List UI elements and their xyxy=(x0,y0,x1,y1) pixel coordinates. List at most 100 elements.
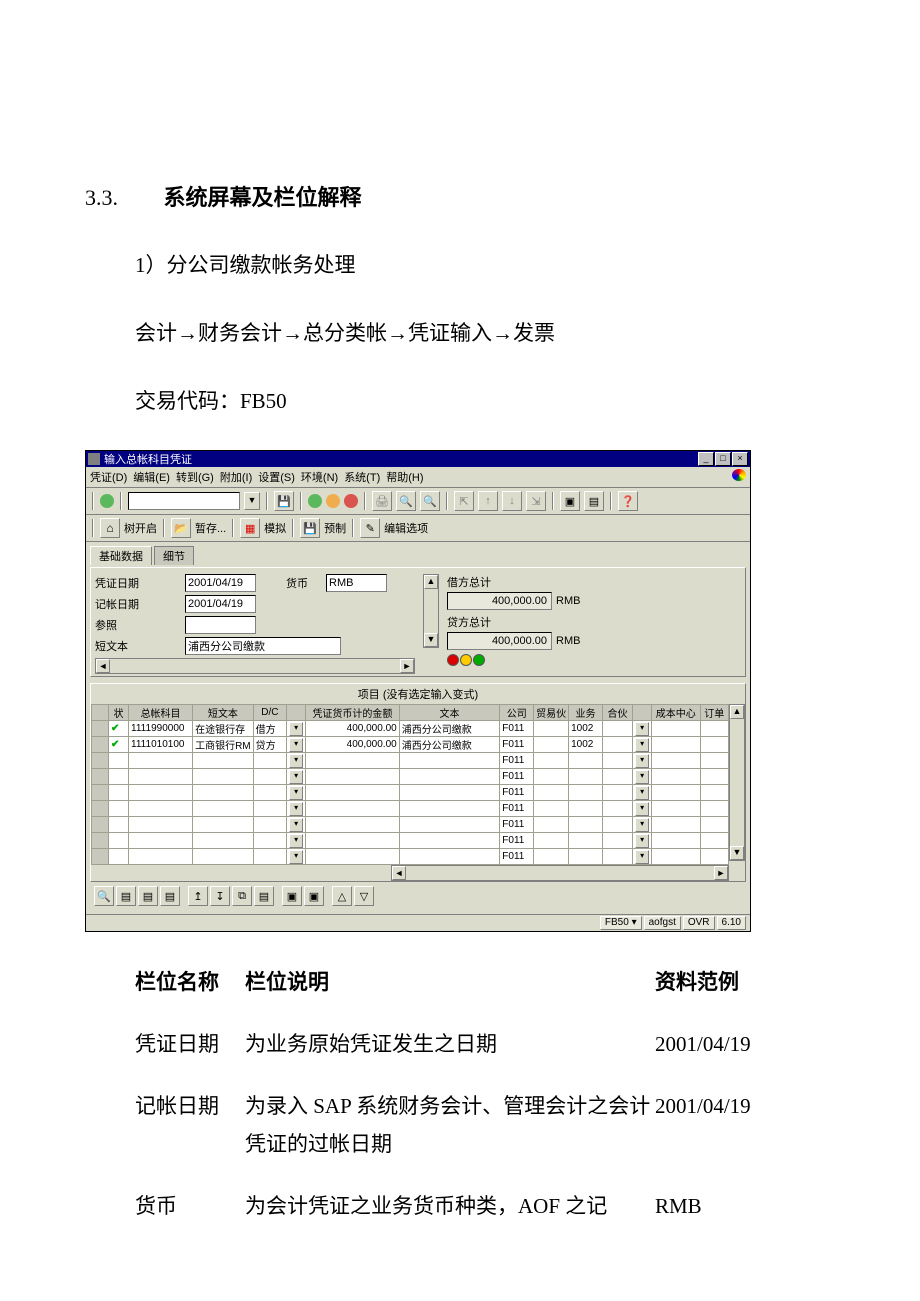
tree-open-button[interactable]: 树开启 xyxy=(124,520,157,536)
folder-icon[interactable] xyxy=(171,518,191,538)
col-glaccount[interactable]: 总帐科目 xyxy=(129,705,193,721)
grid-cell[interactable]: 1111010100 xyxy=(129,737,193,753)
grid-cell[interactable] xyxy=(399,769,500,785)
grid-cell[interactable] xyxy=(193,817,254,833)
save-button[interactable]: 💾 xyxy=(274,491,294,511)
col-dc-btn[interactable] xyxy=(287,705,306,721)
grid-cell[interactable]: 浦西分公司缴款 xyxy=(399,737,500,753)
grid-cell[interactable]: F011 xyxy=(500,769,534,785)
menu-help[interactable]: 帮助(H) xyxy=(386,469,423,485)
grid-cell[interactable] xyxy=(129,801,193,817)
grid-cell[interactable] xyxy=(108,769,128,785)
simulate-icon[interactable] xyxy=(240,518,260,538)
grid-cell[interactable] xyxy=(92,785,109,801)
col-shorttext[interactable]: 短文本 xyxy=(193,705,254,721)
scroll-up-icon[interactable]: ▲ xyxy=(424,575,438,589)
items-grid[interactable]: 状 总帐科目 短文本 D/C 凭证货币计的金额 文本 公司 贸易伙 业务 xyxy=(91,704,729,865)
grid-cell[interactable] xyxy=(534,769,569,785)
find-button[interactable]: 🔍 xyxy=(396,491,416,511)
col-partner[interactable]: 合伙 xyxy=(602,705,632,721)
grid-cell[interactable]: 1002 xyxy=(569,721,603,737)
grid-scroll-down-icon[interactable]: ▼ xyxy=(730,846,744,860)
grid-cell[interactable]: ▾ xyxy=(633,817,652,833)
edit-options-button[interactable]: 编辑选项 xyxy=(384,520,428,536)
new-session-button[interactable]: ▣ xyxy=(560,491,580,511)
header-vscroll[interactable]: ▲ ▼ xyxy=(423,574,439,648)
grid-cell[interactable] xyxy=(602,721,632,737)
table-row[interactable]: ✔1111990000在途银行存借方▾400,000.00浦西分公司缴款F011… xyxy=(92,721,729,737)
save-preset-icon[interactable] xyxy=(300,518,320,538)
currency-input[interactable] xyxy=(326,574,387,592)
grid-cell[interactable]: F011 xyxy=(500,737,534,753)
grid-cell[interactable] xyxy=(652,769,700,785)
header-hscroll[interactable]: ◄ ► xyxy=(95,658,415,674)
grid-vscroll[interactable]: ▲ ▼ xyxy=(729,704,745,861)
grid-copy-icon[interactable]: ⧉ xyxy=(232,886,252,906)
grid-cell[interactable] xyxy=(108,849,128,865)
grid-cell[interactable] xyxy=(108,833,128,849)
menu-document[interactable]: 凭证(D) xyxy=(90,469,127,485)
grid-cell[interactable] xyxy=(652,849,700,865)
reference-input[interactable] xyxy=(185,616,256,634)
grid-cell[interactable] xyxy=(92,737,109,753)
grid-delete-row-icon[interactable]: ↧ xyxy=(210,886,230,906)
grid-cell[interactable]: 贷方 xyxy=(253,737,287,753)
grid-search-icon[interactable]: 🔍 xyxy=(94,886,114,906)
grid-cell[interactable]: F011 xyxy=(500,753,534,769)
grid-cell[interactable] xyxy=(700,849,729,865)
grid-cell[interactable] xyxy=(652,737,700,753)
grid-cell[interactable]: 1002 xyxy=(569,737,603,753)
col-businessarea[interactable]: 业务 xyxy=(569,705,603,721)
simulate-button[interactable]: 模拟 xyxy=(264,520,286,536)
grid-cell[interactable] xyxy=(92,753,109,769)
grid-cell[interactable]: ▾ xyxy=(633,801,652,817)
grid-cell[interactable]: 在途银行存 xyxy=(193,721,254,737)
table-row[interactable]: ▾ F011 ▾ xyxy=(92,817,729,833)
col-text[interactable]: 文本 xyxy=(399,705,500,721)
grid-cell[interactable] xyxy=(253,753,287,769)
table-row[interactable]: ▾F011▾ xyxy=(92,801,729,817)
grid-cell[interactable]: ▾ xyxy=(287,785,306,801)
minimize-button[interactable]: _ xyxy=(698,452,714,466)
grid-cell[interactable]: ▾ xyxy=(287,801,306,817)
grid-cell[interactable]: ▾ xyxy=(287,817,306,833)
col-tradepartner[interactable]: 贸易伙 xyxy=(534,705,569,721)
grid-cell[interactable] xyxy=(92,849,109,865)
grid-cell[interactable] xyxy=(652,721,700,737)
grid-cell[interactable] xyxy=(306,817,400,833)
grid-cell[interactable] xyxy=(602,849,632,865)
table-row[interactable]: ▾F011▾ xyxy=(92,769,729,785)
grid-cell[interactable]: F011 xyxy=(500,817,534,833)
cancel-button[interactable] xyxy=(344,494,358,508)
grid-cell[interactable] xyxy=(652,833,700,849)
grid-cell[interactable] xyxy=(602,737,632,753)
grid-cell[interactable] xyxy=(253,817,287,833)
grid-cell[interactable] xyxy=(569,769,603,785)
grid-cell[interactable] xyxy=(700,817,729,833)
grid-cell[interactable] xyxy=(193,833,254,849)
grid-cell[interactable]: 浦西分公司缴款 xyxy=(399,721,500,737)
grid-cell[interactable]: F011 xyxy=(500,785,534,801)
grid-cell[interactable] xyxy=(534,737,569,753)
grid-cell[interactable] xyxy=(108,801,128,817)
menu-system[interactable]: 系统(T) xyxy=(344,469,380,485)
grid-cell[interactable] xyxy=(602,833,632,849)
grid-cell[interactable] xyxy=(700,769,729,785)
grid-cell[interactable] xyxy=(193,785,254,801)
grid-cell[interactable] xyxy=(602,801,632,817)
grid-cell[interactable] xyxy=(108,817,128,833)
grid-cell[interactable] xyxy=(700,721,729,737)
grid-cell[interactable]: 工商银行RM xyxy=(193,737,254,753)
shortcut-button[interactable]: ▤ xyxy=(584,491,604,511)
command-dropdown[interactable]: ▼ xyxy=(244,492,260,510)
first-page-button[interactable]: ⇱ xyxy=(454,491,474,511)
grid-scroll-left-icon[interactable]: ◄ xyxy=(392,866,406,880)
help-button[interactable]: ❓ xyxy=(618,491,638,511)
grid-cell[interactable]: F011 xyxy=(500,833,534,849)
grid-cell[interactable]: ▾ xyxy=(633,785,652,801)
grid-cell[interactable] xyxy=(602,785,632,801)
col-dc[interactable]: D/C xyxy=(253,705,287,721)
grid-cell[interactable]: ▾ xyxy=(633,849,652,865)
back-button[interactable] xyxy=(308,494,322,508)
grid-sort-desc-icon[interactable]: ▽ xyxy=(354,886,374,906)
